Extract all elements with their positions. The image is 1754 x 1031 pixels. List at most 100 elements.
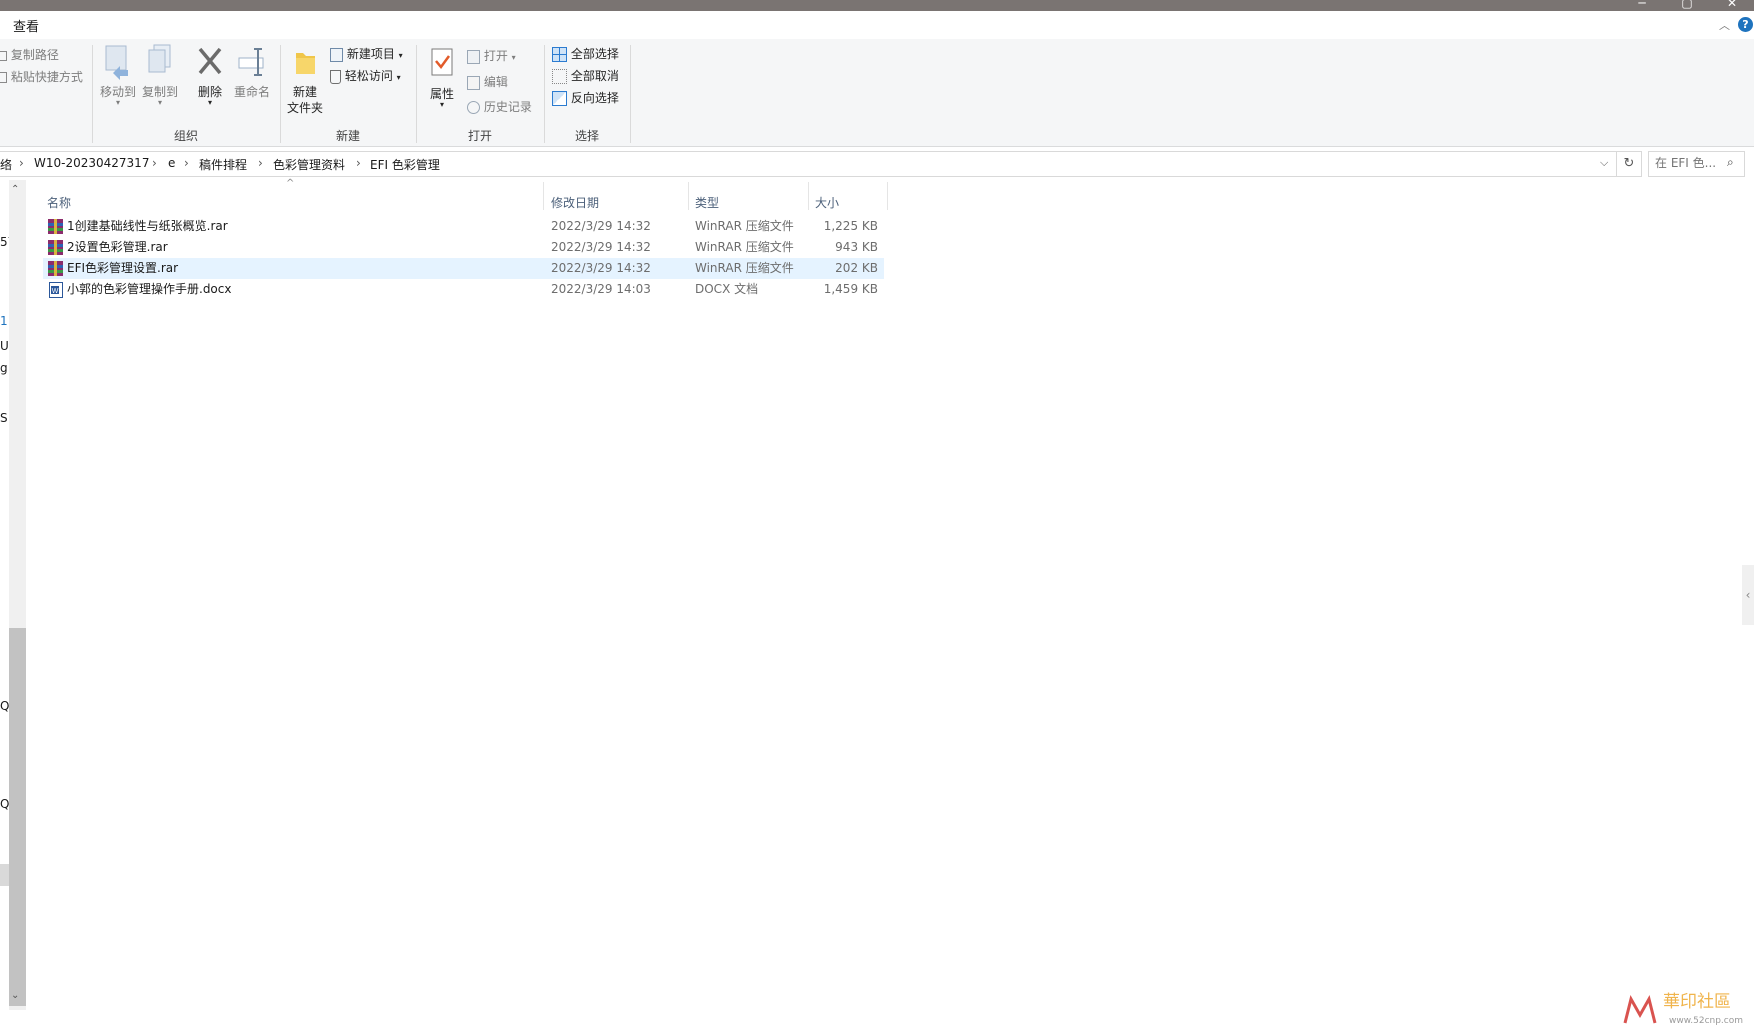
paste-shortcut-button[interactable]: 粘贴快捷方式 <box>0 68 83 85</box>
breadcrumb-drive[interactable]: e <box>168 156 175 170</box>
search-box[interactable]: ⌕ <box>1648 151 1745 177</box>
refresh-icon[interactable]: ↻ <box>1617 151 1642 177</box>
move-to-button[interactable]: 移动到 ▾ <box>99 44 137 107</box>
file-type: DOCX 文档 <box>695 282 759 296</box>
address-dropdown-icon[interactable]: ⌵ <box>1600 156 1608 170</box>
search-icon[interactable]: ⌕ <box>1727 155 1734 170</box>
minimize-button[interactable]: ─ <box>1619 0 1665 11</box>
navpane-scrollbar-thumb[interactable] <box>9 628 26 1006</box>
new-item-icon <box>330 47 343 62</box>
svg-text:W: W <box>52 288 59 295</box>
file-row-selected[interactable]: EFI色彩管理设置.rar 2022/3/29 14:32 WinRAR 压缩文… <box>43 258 884 279</box>
history-button[interactable]: 历史记录 <box>467 98 532 115</box>
column-divider[interactable] <box>688 182 689 210</box>
file-row[interactable]: 2设置色彩管理.rar 2022/3/29 14:32 WinRAR 压缩文件 … <box>43 237 884 258</box>
scroll-up-icon[interactable]: ⌃ <box>11 184 19 195</box>
title-bar <box>0 0 1754 11</box>
new-item-label: 新建项目 <box>346 47 395 61</box>
chevron-right-icon[interactable]: › <box>184 156 189 170</box>
rar-archive-icon <box>48 240 63 255</box>
invert-selection-button[interactable]: 反向选择 <box>552 89 619 106</box>
help-icon[interactable]: ? <box>1738 17 1753 32</box>
file-name: EFI色彩管理设置.rar <box>67 261 179 275</box>
nav-selected-item[interactable] <box>0 864 9 886</box>
paste-shortcut-icon <box>0 72 7 83</box>
history-icon <box>467 101 480 114</box>
file-row[interactable]: 1创建基础线性与纸张概览.rar 2022/3/29 14:32 WinRAR … <box>43 216 884 237</box>
nav-item-fragment[interactable]: S <box>0 411 8 425</box>
easy-access-icon <box>330 69 341 84</box>
chevron-right-icon[interactable]: › <box>356 156 361 170</box>
file-name: 小郭的色彩管理操作手册.docx <box>67 282 232 296</box>
chevron-right-icon[interactable]: › <box>152 156 157 170</box>
select-none-label: 全部取消 <box>570 69 619 83</box>
invert-selection-icon <box>552 91 567 106</box>
edit-icon <box>467 75 480 90</box>
nav-item-fragment[interactable]: g <box>0 361 8 375</box>
edit-button[interactable]: 编辑 <box>467 73 508 90</box>
column-header-date[interactable]: 修改日期 <box>551 190 687 216</box>
new-item-button[interactable]: 新建项目 ▾ <box>330 45 403 62</box>
copy-to-button[interactable]: 复制到 ▾ <box>140 44 180 107</box>
column-divider[interactable] <box>808 182 809 210</box>
chevron-right-icon[interactable]: › <box>258 156 263 170</box>
svg-text:www.52cnp.com: www.52cnp.com <box>1669 1016 1743 1026</box>
preview-pane-collapse-icon[interactable]: ‹ <box>1742 565 1754 625</box>
copy-path-icon <box>0 50 7 61</box>
move-to-icon <box>105 45 128 80</box>
rename-icon <box>238 48 264 76</box>
rename-button[interactable]: 重命名 <box>231 44 273 100</box>
nav-item-fragment[interactable]: U <box>0 339 9 353</box>
invert-selection-label: 反向选择 <box>570 91 619 105</box>
ribbon-tab-bar: 查看 ︿ ? <box>0 11 1754 40</box>
breadcrumb-folder-2[interactable]: 色彩管理资料 <box>273 156 345 173</box>
column-header-size[interactable]: 大小 <box>815 190 887 216</box>
nav-item-fragment[interactable]: 1 <box>0 314 8 328</box>
open-button[interactable]: 打开 ▾ <box>467 47 516 64</box>
file-size: 202 KB <box>835 261 878 275</box>
new-folder-button[interactable]: 新建 文件夹 <box>285 44 325 116</box>
column-divider[interactable] <box>543 182 544 210</box>
rar-archive-icon <box>48 261 63 276</box>
maximize-button[interactable]: ▢ <box>1664 0 1710 11</box>
ribbon-separator <box>630 45 631 143</box>
scroll-down-icon[interactable]: ⌄ <box>11 990 19 1001</box>
new-folder-icon <box>296 53 315 74</box>
breadcrumb-folder-1[interactable]: 稿件排程 <box>199 156 247 173</box>
svg-text:華印社區: 華印社區 <box>1663 992 1731 1012</box>
breadcrumb-computer[interactable]: W10-20230427317 <box>34 156 149 170</box>
collapse-ribbon-icon[interactable]: ︿ <box>1719 17 1730 33</box>
watermark: 華印社區 www.52cnp.com <box>1613 985 1754 1028</box>
file-size: 943 KB <box>835 240 878 254</box>
file-date: 2022/3/29 14:32 <box>551 240 651 254</box>
properties-icon <box>431 48 453 76</box>
file-row[interactable]: W 小郭的色彩管理操作手册.docx 2022/3/29 14:03 DOCX … <box>43 279 884 300</box>
close-button[interactable]: ✕ <box>1709 0 1754 11</box>
select-all-button[interactable]: 全部选择 <box>552 45 619 62</box>
file-size: 1,225 KB <box>823 219 878 233</box>
tab-view[interactable]: 查看 <box>13 16 39 35</box>
select-all-label: 全部选择 <box>570 47 619 61</box>
column-header-name[interactable]: 名称 <box>47 190 542 216</box>
select-none-icon <box>552 69 567 84</box>
column-divider[interactable] <box>887 182 888 210</box>
breadcrumb-current[interactable]: EFI 色彩管理 <box>370 156 440 173</box>
column-header-type[interactable]: 类型 <box>695 190 807 216</box>
address-bar[interactable]: 络 › W10-20230427317 › e › 稿件排程 › 色彩管理资料 … <box>0 151 1617 177</box>
edit-label: 编辑 <box>483 75 508 89</box>
breadcrumb-network[interactable]: 络 <box>0 156 12 173</box>
organize-group-label: 组织 <box>173 129 198 143</box>
select-none-button[interactable]: 全部取消 <box>552 67 619 84</box>
open-label: 打开 <box>483 49 508 63</box>
search-input[interactable] <box>1653 155 1725 171</box>
file-type: WinRAR 压缩文件 <box>695 240 794 254</box>
file-type: WinRAR 压缩文件 <box>695 261 794 275</box>
delete-button[interactable]: 删除 ▾ <box>193 44 227 107</box>
new-folder-label-2: 文件夹 <box>286 101 323 115</box>
properties-button[interactable]: 属性 ▾ <box>424 44 460 109</box>
new-group-label: 新建 <box>335 129 360 143</box>
chevron-right-icon[interactable]: › <box>19 156 24 170</box>
copy-path-button[interactable]: 复制路径 <box>0 46 59 63</box>
open-icon <box>467 49 480 64</box>
easy-access-button[interactable]: 轻松访问 ▾ <box>330 67 401 84</box>
